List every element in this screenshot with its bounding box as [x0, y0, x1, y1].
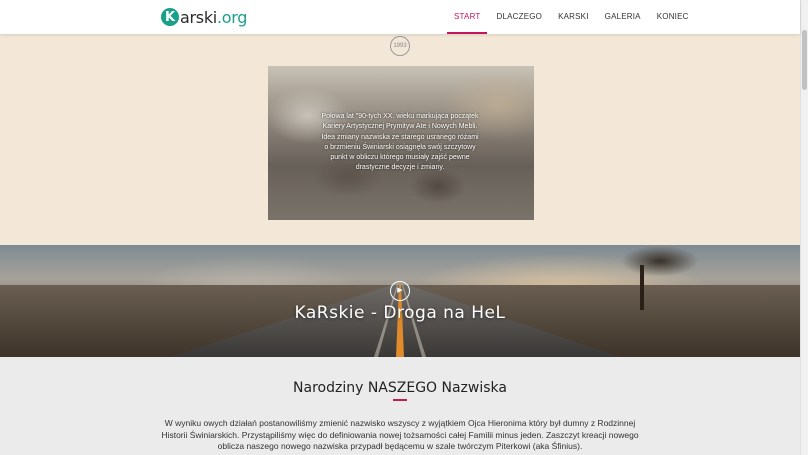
timeline-photo-card: Połowa lat "90-tych XX. wieku markująca … — [268, 66, 534, 220]
section-text: W wyniku owych działań postanowiliśmy zm… — [161, 418, 639, 451]
nav-item-dlaczego[interactable]: DLACZEGO — [489, 0, 549, 34]
logo-mark: K — [161, 8, 179, 26]
logo-text-main: arski — [180, 7, 217, 27]
site-logo[interactable]: K arski.org — [161, 7, 247, 27]
video-title: KaRskie - Droga na HeL — [294, 303, 506, 323]
nav-item-start[interactable]: START — [447, 0, 488, 34]
nav-item-galeria[interactable]: GALERIA — [598, 0, 648, 34]
play-button[interactable]: ▶ — [390, 281, 410, 301]
timeline-text: Połowa lat "90-tych XX. wieku markująca … — [321, 113, 479, 172]
nav-item-koniec[interactable]: KONIEC — [650, 0, 696, 34]
timeline-section: 1993 Połowa lat "90-tych XX. wieku marku… — [0, 34, 800, 245]
logo-text: arski.org — [180, 8, 247, 27]
scrollbar-thumb[interactable] — [802, 30, 807, 90]
birth-section: Narodziny NASZEGO Nazwiska W wyniku owyc… — [0, 357, 800, 455]
logo-text-accent: .org — [216, 7, 248, 27]
year-badge: 1993 — [390, 36, 410, 56]
video-section: ▶ KaRskie - Droga na HeL — [0, 245, 800, 357]
play-icon: ▶ — [397, 287, 403, 294]
tree-silhouette — [600, 245, 720, 310]
site-header: K arski.org START DLACZEGO KARSKI GALERI… — [0, 0, 800, 34]
section-heading: Narodziny NASZEGO Nazwiska — [293, 380, 507, 396]
heading-underline — [393, 399, 407, 401]
nav-item-karski[interactable]: KARSKI — [551, 0, 596, 34]
main-nav: START DLACZEGO KARSKI GALERIA KONIEC — [447, 0, 698, 34]
page-scrollbar[interactable] — [800, 0, 808, 455]
